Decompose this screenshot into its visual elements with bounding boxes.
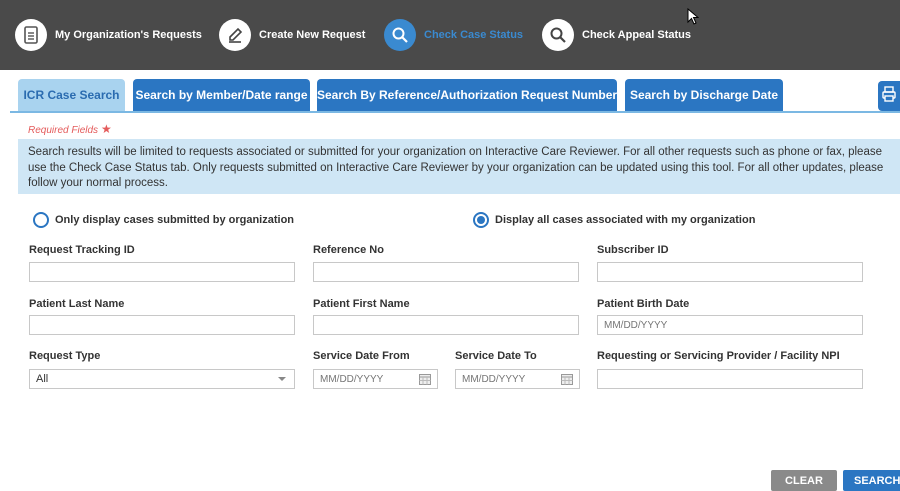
mouse-cursor-icon [687, 7, 700, 31]
clear-button[interactable]: CLEAR [771, 470, 837, 491]
tab-member-date-range[interactable]: Search by Member/Date range [133, 79, 310, 111]
patient-first-name-label: Patient First Name [313, 298, 410, 310]
provider-npi-label: Requesting or Servicing Provider / Facil… [597, 350, 840, 362]
nav-check-appeal-status[interactable]: Check Appeal Status [542, 19, 691, 51]
service-date-to-label: Service Date To [455, 350, 537, 362]
info-banner: Search results will be limited to reques… [18, 139, 900, 194]
radio-all-cases[interactable]: Display all cases associated with my org… [473, 212, 755, 228]
patient-birth-date-field[interactable] [604, 316, 862, 334]
request-type-label: Request Type [29, 350, 101, 362]
request-tracking-id-label: Request Tracking ID [29, 244, 135, 256]
search-icon [384, 19, 416, 51]
required-label: Required Fields [28, 125, 99, 136]
request-tracking-id-input[interactable] [29, 262, 295, 282]
subscriber-id-field[interactable] [604, 263, 862, 281]
patient-last-name-field[interactable] [36, 316, 294, 334]
radio-label: Only display cases submitted by organiza… [55, 214, 295, 226]
subscriber-id-label: Subscriber ID [597, 244, 669, 256]
request-type-value: All [36, 373, 49, 385]
patient-last-name-label: Patient Last Name [29, 298, 125, 310]
service-date-to-field[interactable] [462, 370, 552, 388]
request-type-select[interactable]: All [29, 369, 295, 389]
radio-button-unchecked[interactable] [33, 212, 49, 228]
provider-npi-input[interactable] [597, 369, 863, 389]
service-date-from-field[interactable] [320, 370, 410, 388]
nav-check-case-status[interactable]: Check Case Status [384, 19, 523, 51]
patient-birth-date-input[interactable] [597, 315, 863, 335]
print-button[interactable] [878, 81, 900, 111]
calendar-icon[interactable] [561, 374, 573, 388]
nav-my-org-requests[interactable]: My Organization's Requests [15, 19, 202, 51]
search-button[interactable]: SEARCH [843, 470, 900, 491]
radio-org-only[interactable]: Only display cases submitted by organiza… [33, 212, 294, 228]
nav-label: Check Case Status [424, 29, 524, 41]
pencil-icon [219, 19, 251, 51]
patient-first-name-field[interactable] [320, 316, 578, 334]
required-fields-note: Required Fields ★ [28, 122, 112, 136]
request-tracking-id-field[interactable] [36, 263, 294, 281]
nav-create-request[interactable]: Create New Request [219, 19, 365, 51]
service-date-from-label: Service Date From [313, 350, 410, 362]
provider-npi-field[interactable] [604, 370, 862, 388]
chevron-down-icon [278, 377, 286, 381]
tab-reference-number[interactable]: Search By Reference/Authorization Reques… [317, 79, 617, 111]
subscriber-id-input[interactable] [597, 262, 863, 282]
top-nav: My Organization's Requests Create New Re… [0, 0, 900, 70]
document-icon [15, 19, 47, 51]
patient-first-name-input[interactable] [313, 315, 579, 335]
tab-discharge-date[interactable]: Search by Discharge Date [625, 79, 783, 111]
search-icon [542, 19, 574, 51]
nav-label: Check Appeal Status [582, 29, 692, 41]
nav-label: Create New Request [259, 29, 366, 41]
required-star-icon: ★ [101, 122, 112, 136]
tab-icr-case-search[interactable]: ICR Case Search [18, 79, 125, 111]
nav-label: My Organization's Requests [55, 29, 202, 41]
service-date-from-input[interactable] [313, 369, 438, 389]
printer-icon [882, 85, 896, 107]
reference-no-label: Reference No [313, 244, 384, 256]
patient-last-name-input[interactable] [29, 315, 295, 335]
reference-no-field[interactable] [320, 263, 578, 281]
service-date-to-input[interactable] [455, 369, 580, 389]
patient-birth-date-label: Patient Birth Date [597, 298, 690, 310]
radio-label: Display all cases associated with my org… [495, 214, 756, 226]
radio-button-checked[interactable] [473, 212, 489, 228]
calendar-icon[interactable] [419, 374, 431, 388]
search-tabs: ICR Case Search Search by Member/Date ra… [10, 79, 900, 113]
reference-no-input[interactable] [313, 262, 579, 282]
